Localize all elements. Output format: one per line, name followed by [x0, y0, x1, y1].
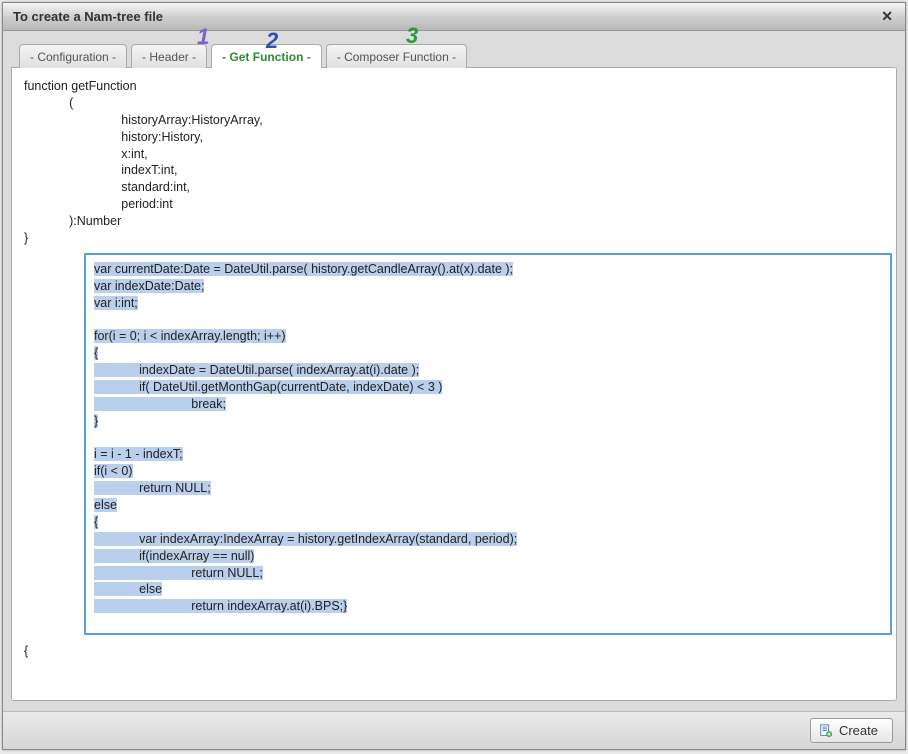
dialog-window: To create a Nam-tree file ✕ 1 2 3 - Conf…: [2, 2, 906, 750]
content-panel: function getFunction ( historyArray:Hist…: [11, 67, 897, 701]
create-button[interactable]: Create: [810, 718, 893, 743]
create-icon: [819, 724, 833, 738]
tab-composer-function[interactable]: - Composer Function -: [326, 44, 467, 68]
footer-bar: Create: [3, 711, 905, 749]
window-title: To create a Nam-tree file: [13, 9, 163, 24]
trailing-brace: {: [24, 643, 884, 660]
tab-header[interactable]: - Header -: [131, 44, 207, 68]
title-bar: To create a Nam-tree file ✕: [3, 3, 905, 31]
tab-bar: - Configuration - - Header - - Get Funct…: [11, 39, 897, 67]
close-icon[interactable]: ✕: [877, 6, 897, 27]
tab-configuration[interactable]: - Configuration -: [19, 44, 127, 68]
function-signature: function getFunction ( historyArray:Hist…: [24, 78, 884, 247]
create-button-label: Create: [839, 723, 878, 738]
body-area: 1 2 3 - Configuration - - Header - - Get…: [3, 31, 905, 711]
code-editor[interactable]: var currentDate:Date = DateUtil.parse( h…: [84, 253, 892, 635]
tab-get-function[interactable]: - Get Function -: [211, 44, 322, 68]
